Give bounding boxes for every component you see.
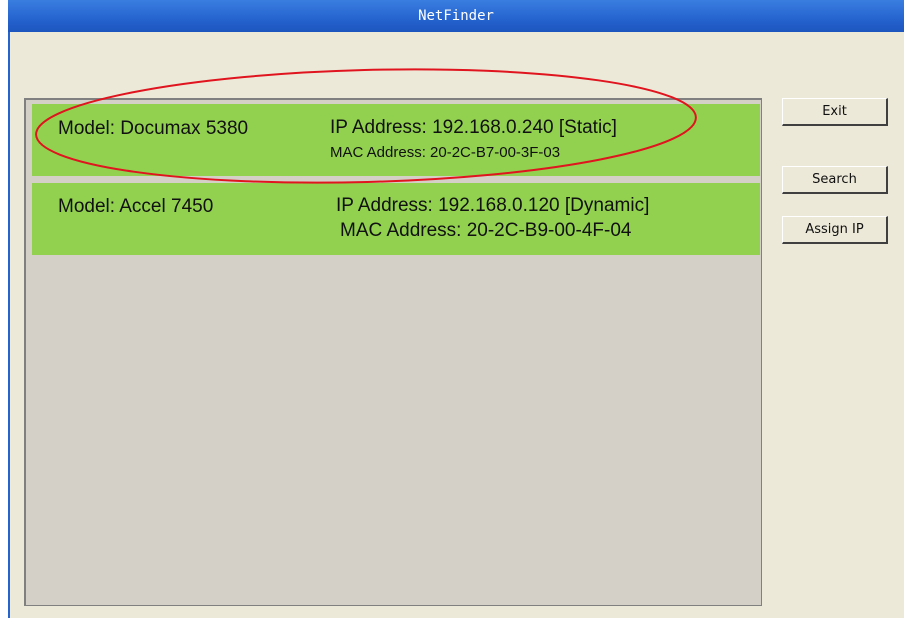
exit-button[interactable]: Exit <box>782 98 888 126</box>
device-row[interactable]: Model: Documax 5380 IP Address: 192.168.… <box>32 104 760 176</box>
assign-ip-button[interactable]: Assign IP <box>782 216 888 244</box>
device-list[interactable]: Model: Documax 5380 IP Address: 192.168.… <box>24 98 762 606</box>
device-ip: IP Address: 192.168.0.120 [Dynamic] <box>336 195 650 216</box>
device-ip: IP Address: 192.168.0.240 [Static] <box>330 117 617 138</box>
device-mac: MAC Address: 20-2C-B7-00-3F-03 <box>330 144 561 161</box>
device-model: Model: Accel 7450 <box>58 196 214 217</box>
search-button[interactable]: Search <box>782 166 888 194</box>
window-titlebar[interactable]: NetFinder <box>8 0 904 32</box>
device-model: Model: Documax 5380 <box>58 118 249 139</box>
device-row[interactable]: Model: Accel 7450 IP Address: 192.168.0.… <box>32 183 760 255</box>
device-mac: MAC Address: 20-2C-B9-00-4F-04 <box>340 220 632 241</box>
window-title: NetFinder <box>418 8 494 24</box>
